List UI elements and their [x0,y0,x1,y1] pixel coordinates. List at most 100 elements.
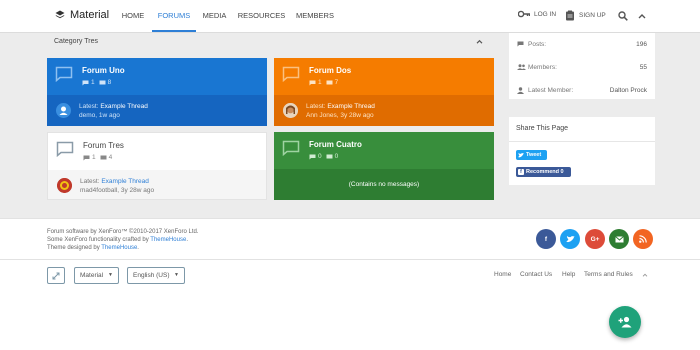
signup-link[interactable]: SIGN UP [565,10,606,21]
stat-label: Members: [528,64,557,71]
latest-thread-link[interactable]: Example Thread [101,178,149,185]
stat-label: Posts: [528,41,547,48]
message-count: 0 [334,153,339,160]
no-messages-text: (Contains no messages) [348,181,420,188]
threads-icon [83,155,90,160]
forum-card-dos[interactable]: Forum Dos 1 7 Latest: Example Thread Ann… [274,58,494,126]
themehouse-link[interactable]: ThemeHouse [150,237,186,243]
copyright-text: Forum software by XenForo™ ©2010-2017 Xe… [47,229,199,251]
latest-meta: Ann Jones, 3y 28w ago [306,112,374,119]
latest-member-link[interactable]: Dalton Prock [610,87,647,94]
user-photo-icon [283,103,298,118]
login-label: LOG IN [534,10,557,18]
themehouse-link[interactable]: ThemeHouse [101,245,137,251]
tweet-button[interactable]: Tweet [516,150,547,160]
collapse-chevron-icon[interactable] [476,39,483,44]
latest-meta: mad4football, 3y 28w ago [80,187,155,194]
footer-link-terms[interactable]: Terms and Rules [584,271,633,278]
message-count: 7 [334,79,339,86]
footer-nav-bar: Material ▼ English (US) ▼ Home Contact U… [0,260,700,350]
footer-link-contact[interactable]: Contact Us [520,271,552,278]
dropdown-arrow-icon: ▼ [108,272,113,278]
nav-forums[interactable]: FORUMS [152,0,196,32]
copyright-line[interactable]: Forum software by XenForo™ ©2010-2017 Xe… [47,229,199,235]
forum-chat-icon [282,66,300,82]
avatar[interactable] [283,103,298,118]
top-navigation-bar: Material HOME FORUMS MEDIA RESOURCES MEM… [0,0,700,33]
forum-card-uno[interactable]: Forum Uno 1 8 Latest: Example Thread dem… [47,58,267,126]
designed-by-label: Theme designed by [47,245,100,251]
message-count: 4 [108,154,113,161]
group-icon [517,64,526,70]
facebook-icon[interactable]: f [536,229,556,249]
site-name: Material [70,9,110,21]
rss-icon[interactable] [633,229,653,249]
latest-meta: demo, 1w ago [79,112,120,119]
messages-icon [99,80,106,84]
key-icon [518,10,530,18]
email-icon[interactable] [609,229,629,249]
language-chooser[interactable]: English (US) ▼ [127,267,185,284]
latest-label: Latest: [80,178,100,185]
threads-icon [309,80,316,85]
stat-latest-member: Latest Member: Dalton Prock [509,83,655,99]
add-user-icon [618,316,632,328]
chevron-up-icon[interactable] [638,13,646,19]
style-chooser[interactable]: Material ▼ [74,267,119,284]
forum-title[interactable]: Forum Uno [82,66,125,75]
thread-count: 0 [318,153,322,160]
forum-title[interactable]: Forum Cuatro [309,140,362,149]
latest-post: Latest: Example Thread demo, 1w ago [79,102,148,120]
forum-chat-icon [55,66,73,82]
forum-card-cuatro[interactable]: Forum Cuatro 0 0 (Contains no messages) [274,132,494,200]
style-chooser-value: Material [80,272,104,279]
facebook-recommend-button[interactable]: f Recommend 0 [516,167,571,177]
layers-icon [55,10,65,19]
threads-icon [82,80,89,85]
messages-icon [326,154,333,158]
recommend-label: Recommend 0 [526,169,564,175]
nav-members[interactable]: MEMBERS [291,0,339,32]
expand-arrows-icon [52,272,60,279]
forum-statistics-box: Posts: 196 Members: 55 Latest Member: Da… [509,33,655,99]
chat-icon [517,41,524,47]
facebook-icon: f [518,169,524,175]
back-to-top-icon[interactable] [642,273,648,277]
nav-home[interactable]: HOME [115,0,151,32]
forum-title[interactable]: Forum Tres [83,141,124,150]
nav-media[interactable]: MEDIA [197,0,232,32]
latest-thread-link[interactable]: Example Thread [327,103,375,110]
forum-stats: 1 7 [309,79,338,86]
twitter-icon[interactable] [560,229,580,249]
stat-label: Latest Member: [528,87,574,94]
register-fab-button[interactable] [609,306,641,338]
avatar[interactable] [57,178,72,193]
user-icon [59,106,68,115]
footer-link-help[interactable]: Help [562,271,575,278]
fullwidth-toggle-button[interactable] [47,267,65,284]
forum-card-tres[interactable]: Forum Tres 1 4 Latest: Example Thread ma… [47,132,267,200]
footer-link-home[interactable]: Home [494,271,511,278]
latest-thread-link[interactable]: Example Thread [100,103,148,110]
stat-value: 55 [639,64,647,71]
forum-title[interactable]: Forum Dos [309,66,351,75]
avatar[interactable] [56,103,71,118]
tweet-label: Tweet [526,152,542,158]
twitter-bird-icon [518,152,524,157]
dropdown-arrow-icon: ▼ [174,272,179,278]
latest-label: Latest: [79,103,99,110]
search-icon[interactable] [618,11,628,21]
latest-post: Latest: Example Thread mad4football, 3y … [80,177,154,195]
forum-chat-icon [56,141,74,157]
clipboard-icon [566,10,574,21]
site-logo[interactable]: Material [55,9,109,21]
thread-count: 1 [318,79,322,86]
nav-resources[interactable]: RESOURCES [233,0,290,32]
google-plus-icon[interactable]: G+ [585,229,605,249]
share-page-box: Share This Page Tweet f Recommend 0 [509,117,655,185]
footer-copyright-bar: Forum software by XenForo™ ©2010-2017 Xe… [0,218,700,260]
category-title[interactable]: Category Tres [54,38,98,45]
login-link[interactable]: LOG IN [518,10,556,18]
message-count: 8 [107,79,112,86]
club-crest-icon [57,178,72,193]
